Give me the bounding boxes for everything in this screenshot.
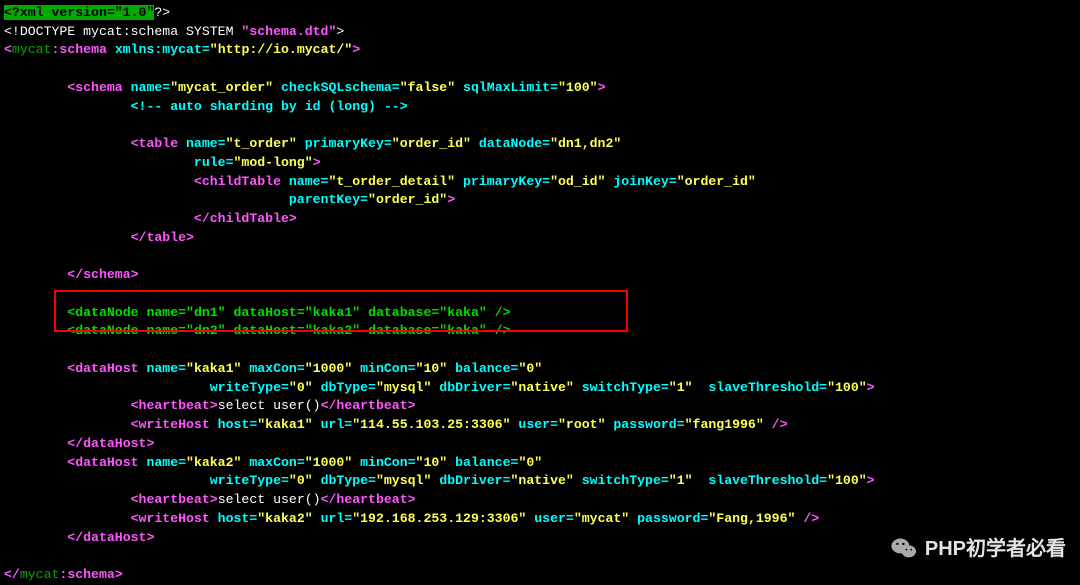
code-line: writeType="0" dbType="mysql" dbDriver="n… xyxy=(4,472,1070,491)
code-line: <childTable name="t_order_detail" primar… xyxy=(4,173,1070,192)
code-line: <?xml version="1.0"?> xyxy=(4,4,1070,23)
code-line: <dataNode name="dn1" dataHost="kaka1" da… xyxy=(4,304,1070,323)
code-line: </table> xyxy=(4,229,1070,248)
code-line: <dataHost name="kaka2" maxCon="1000" min… xyxy=(4,454,1070,473)
code-line: <dataHost name="kaka1" maxCon="1000" min… xyxy=(4,360,1070,379)
code-line: </childTable> xyxy=(4,210,1070,229)
code-line: parentKey="order_id"> xyxy=(4,191,1070,210)
code-line: <table name="t_order" primaryKey="order_… xyxy=(4,135,1070,154)
code-line: <!-- auto sharding by id (long) --> xyxy=(4,98,1070,117)
code-line: </schema> xyxy=(4,266,1070,285)
code-line xyxy=(4,248,1070,267)
code-line: </dataHost> xyxy=(4,435,1070,454)
code-line: </mycat:schema> xyxy=(4,566,1070,585)
code-line xyxy=(4,60,1070,79)
code-line xyxy=(4,285,1070,304)
watermark-text: PHP初学者必看 xyxy=(925,535,1066,563)
code-line: <mycat:schema xmlns:mycat="http://io.myc… xyxy=(4,41,1070,60)
code-line: rule="mod-long"> xyxy=(4,154,1070,173)
wechat-icon xyxy=(889,534,919,564)
code-line: <heartbeat>select user()</heartbeat> xyxy=(4,397,1070,416)
code-line: writeType="0" dbType="mysql" dbDriver="n… xyxy=(4,379,1070,398)
code-line: <writeHost host="kaka2" url="192.168.253… xyxy=(4,510,1070,529)
code-line xyxy=(4,341,1070,360)
code-line: <heartbeat>select user()</heartbeat> xyxy=(4,491,1070,510)
watermark: PHP初学者必看 xyxy=(889,534,1066,564)
code-line: <dataNode name="dn2" dataHost="kaka2" da… xyxy=(4,322,1070,341)
code-line: <schema name="mycat_order" checkSQLschem… xyxy=(4,79,1070,98)
code-line: <writeHost host="kaka1" url="114.55.103.… xyxy=(4,416,1070,435)
code-line xyxy=(4,116,1070,135)
code-line: <!DOCTYPE mycat:schema SYSTEM "schema.dt… xyxy=(4,23,1070,42)
